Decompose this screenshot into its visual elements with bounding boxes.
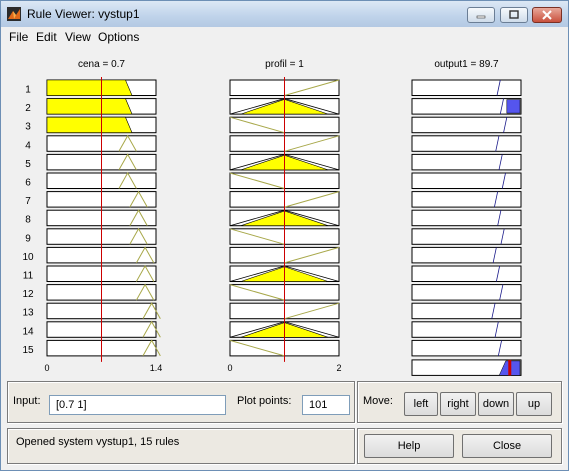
rule-12-col-3-box[interactable] bbox=[411, 284, 522, 301]
rule-number: 2 bbox=[25, 103, 31, 114]
rule-3-cena-fill bbox=[46, 116, 133, 133]
maximize-button[interactable] bbox=[500, 7, 528, 23]
rule-1-cena-fill bbox=[46, 79, 133, 96]
rule-number: 10 bbox=[22, 252, 34, 263]
column-1-tick-min: 0 bbox=[44, 363, 49, 373]
plot-points-field[interactable]: 101 bbox=[302, 395, 350, 415]
minimize-button[interactable] bbox=[467, 7, 495, 23]
rule-plot[interactable]: cena = 0.7 profil = 1 output1 = 89.7123456… bbox=[1, 47, 568, 379]
column-1-tick-max: 1.4 bbox=[150, 363, 163, 373]
rule-number: 12 bbox=[22, 289, 34, 300]
column-3-tick-min: 0 bbox=[409, 378, 414, 379]
rule-number: 5 bbox=[25, 159, 31, 170]
rule-number: 8 bbox=[25, 215, 31, 226]
close-icon bbox=[542, 10, 552, 20]
rule-11-col-3-box[interactable] bbox=[411, 265, 522, 282]
column-3-tick-max: 100 bbox=[513, 378, 528, 379]
rule-number: 15 bbox=[22, 345, 34, 356]
rule-number: 13 bbox=[22, 308, 34, 319]
menu-options[interactable]: Options bbox=[98, 30, 139, 44]
column-2-tick-min: 0 bbox=[227, 363, 232, 373]
input-label: Input: bbox=[13, 395, 41, 407]
rule-number: 3 bbox=[25, 122, 31, 133]
rule-number: 6 bbox=[25, 178, 31, 189]
menu-file[interactable]: File bbox=[9, 30, 28, 44]
column-title-2: profil = 1 bbox=[265, 59, 304, 70]
rule-14-col-3-box[interactable] bbox=[411, 321, 522, 338]
window-title: Rule Viewer: vystup1 bbox=[27, 7, 140, 21]
status-panel: Opened system vystup1, 15 rules bbox=[7, 428, 355, 464]
rule-10-col-3-box[interactable] bbox=[411, 246, 522, 264]
move-down-button[interactable]: down bbox=[478, 392, 514, 416]
matlab-app-icon bbox=[7, 7, 21, 21]
close-button[interactable]: Close bbox=[462, 434, 552, 458]
rule-viewer-window: Rule Viewer: vystup1 File Edit View Opti… bbox=[0, 0, 569, 471]
menu-edit[interactable]: Edit bbox=[36, 30, 57, 44]
close-window-button[interactable] bbox=[532, 7, 562, 23]
rule-1-col-3-box[interactable] bbox=[411, 79, 522, 96]
move-right-button[interactable]: right bbox=[440, 392, 476, 416]
rule-number: 7 bbox=[25, 196, 31, 207]
rule-number: 1 bbox=[25, 85, 31, 96]
rule-2-col-3-box[interactable] bbox=[411, 98, 522, 115]
menu-view[interactable]: View bbox=[65, 30, 91, 44]
column-title-1: cena = 0.7 bbox=[78, 59, 125, 70]
move-panel: Move: left right down up bbox=[357, 381, 562, 423]
move-left-button[interactable]: left bbox=[404, 392, 438, 416]
title-bar[interactable]: Rule Viewer: vystup1 bbox=[1, 1, 568, 27]
column-2-tick-max: 2 bbox=[336, 363, 341, 373]
move-label: Move: bbox=[363, 395, 393, 407]
minimize-icon bbox=[476, 15, 486, 19]
rule-plot-area: cena = 0.7 profil = 1 output1 = 89.7 1 2 3 4 5 6… bbox=[1, 47, 568, 379]
help-button[interactable]: Help bbox=[364, 434, 454, 458]
rule-number: 4 bbox=[25, 140, 31, 151]
column-title-3: output1 = 89.7 bbox=[434, 59, 499, 70]
maximize-icon bbox=[509, 10, 519, 19]
rule-number: 11 bbox=[23, 271, 34, 282]
status-text: Opened system vystup1, 15 rules bbox=[16, 436, 180, 448]
rule-7-col-3-box[interactable] bbox=[411, 191, 522, 208]
rule-number: 9 bbox=[25, 233, 31, 244]
plot-points-label: Plot points: bbox=[237, 395, 292, 407]
rule-13-col-3-box[interactable] bbox=[411, 302, 522, 320]
input-field[interactable]: [0.7 1] bbox=[49, 395, 226, 415]
input-panel: Input: [0.7 1] Plot points: 101 bbox=[7, 381, 355, 423]
menu-bar: File Edit View Options bbox=[1, 27, 568, 47]
rule-2-cena-fill bbox=[46, 98, 133, 115]
rule-4-col-3-box[interactable] bbox=[411, 135, 522, 152]
rule-15-col-3-box[interactable] bbox=[411, 339, 522, 357]
rule-5-col-3-box[interactable] bbox=[411, 153, 522, 171]
rule-8-col-3-box[interactable] bbox=[411, 209, 522, 227]
output-value-marker bbox=[508, 359, 512, 376]
move-up-button[interactable]: up bbox=[516, 392, 552, 416]
rule-3-col-3-box[interactable] bbox=[411, 116, 522, 134]
rule-9-col-3-box[interactable] bbox=[411, 228, 522, 245]
actions-panel: Help Close bbox=[357, 428, 562, 464]
rule-2-output-fill bbox=[506, 99, 521, 114]
rule-number: 14 bbox=[22, 326, 34, 337]
